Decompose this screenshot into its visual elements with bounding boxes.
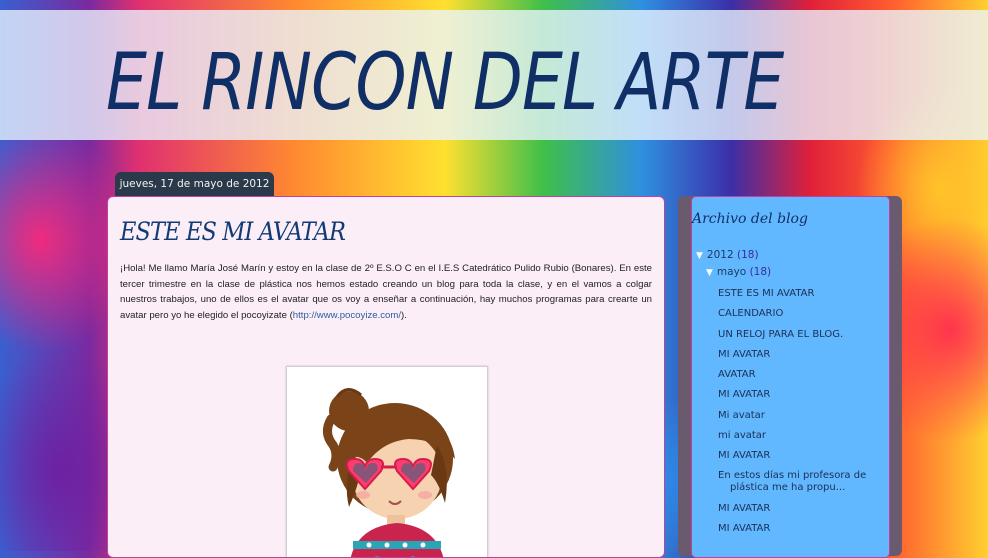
archive-post-link[interactable]: UN RELOJ PARA EL BLOG.: [718, 328, 878, 341]
post-body: ¡Hola! Me llamo María José Marín y estoy…: [120, 261, 652, 323]
archive-post-list: ESTE ES MI AVATAR CALENDARIO UN RELOJ PA…: [718, 281, 878, 542]
archive-post-link[interactable]: ESTE ES MI AVATAR: [718, 287, 878, 300]
avatar-image[interactable]: [286, 366, 488, 557]
archive-post-link[interactable]: MI AVATAR: [718, 348, 878, 361]
archive-post-link[interactable]: En estos días mi profesora de plástica m…: [718, 470, 878, 495]
sidebar: Archivo del blog ▼ 2012 (18) ▼ mayo (18) E…: [691, 196, 890, 558]
blog-header: EL RINCON DEL ARTE: [0, 10, 988, 140]
archive-post-link[interactable]: MI AVATAR: [718, 522, 878, 535]
archive-post-link[interactable]: Mi avatar: [718, 409, 878, 422]
expand-triangle-icon[interactable]: ▼: [706, 268, 713, 278]
archive-post-link[interactable]: AVATAR: [718, 368, 878, 381]
archive-month-count: (18): [749, 266, 772, 278]
pocoyize-link[interactable]: http://www.pocoyize.com/: [293, 310, 401, 321]
archive-year-label[interactable]: 2012: [707, 249, 734, 261]
post-title[interactable]: ESTE ES MI AVATAR: [120, 217, 346, 246]
archive-post-link[interactable]: MI AVATAR: [718, 388, 878, 401]
blog-title[interactable]: EL RINCON DEL ARTE: [106, 38, 784, 128]
post-card: ESTE ES MI AVATAR ¡Hola! Me llamo María …: [107, 196, 665, 558]
archive-post-link[interactable]: MI AVATAR: [718, 502, 878, 515]
expand-triangle-icon[interactable]: ▼: [696, 251, 703, 261]
archive-month-mayo[interactable]: ▼ mayo (18): [706, 266, 771, 278]
blog-archive-title: Archivo del blog: [692, 211, 808, 227]
archive-post-link[interactable]: MI AVATAR: [718, 449, 878, 462]
archive-year-count: (18): [737, 249, 759, 261]
archive-year-2012[interactable]: ▼ 2012 (18): [696, 249, 759, 261]
archive-month-label[interactable]: mayo: [717, 266, 746, 278]
avatar-illustration: [323, 388, 455, 557]
archive-post-link[interactable]: CALENDARIO: [718, 307, 878, 320]
post-body-end: ).: [401, 309, 407, 321]
post-date: jueves, 17 de mayo de 2012: [115, 172, 274, 196]
archive-post-link[interactable]: mi avatar: [718, 429, 878, 442]
